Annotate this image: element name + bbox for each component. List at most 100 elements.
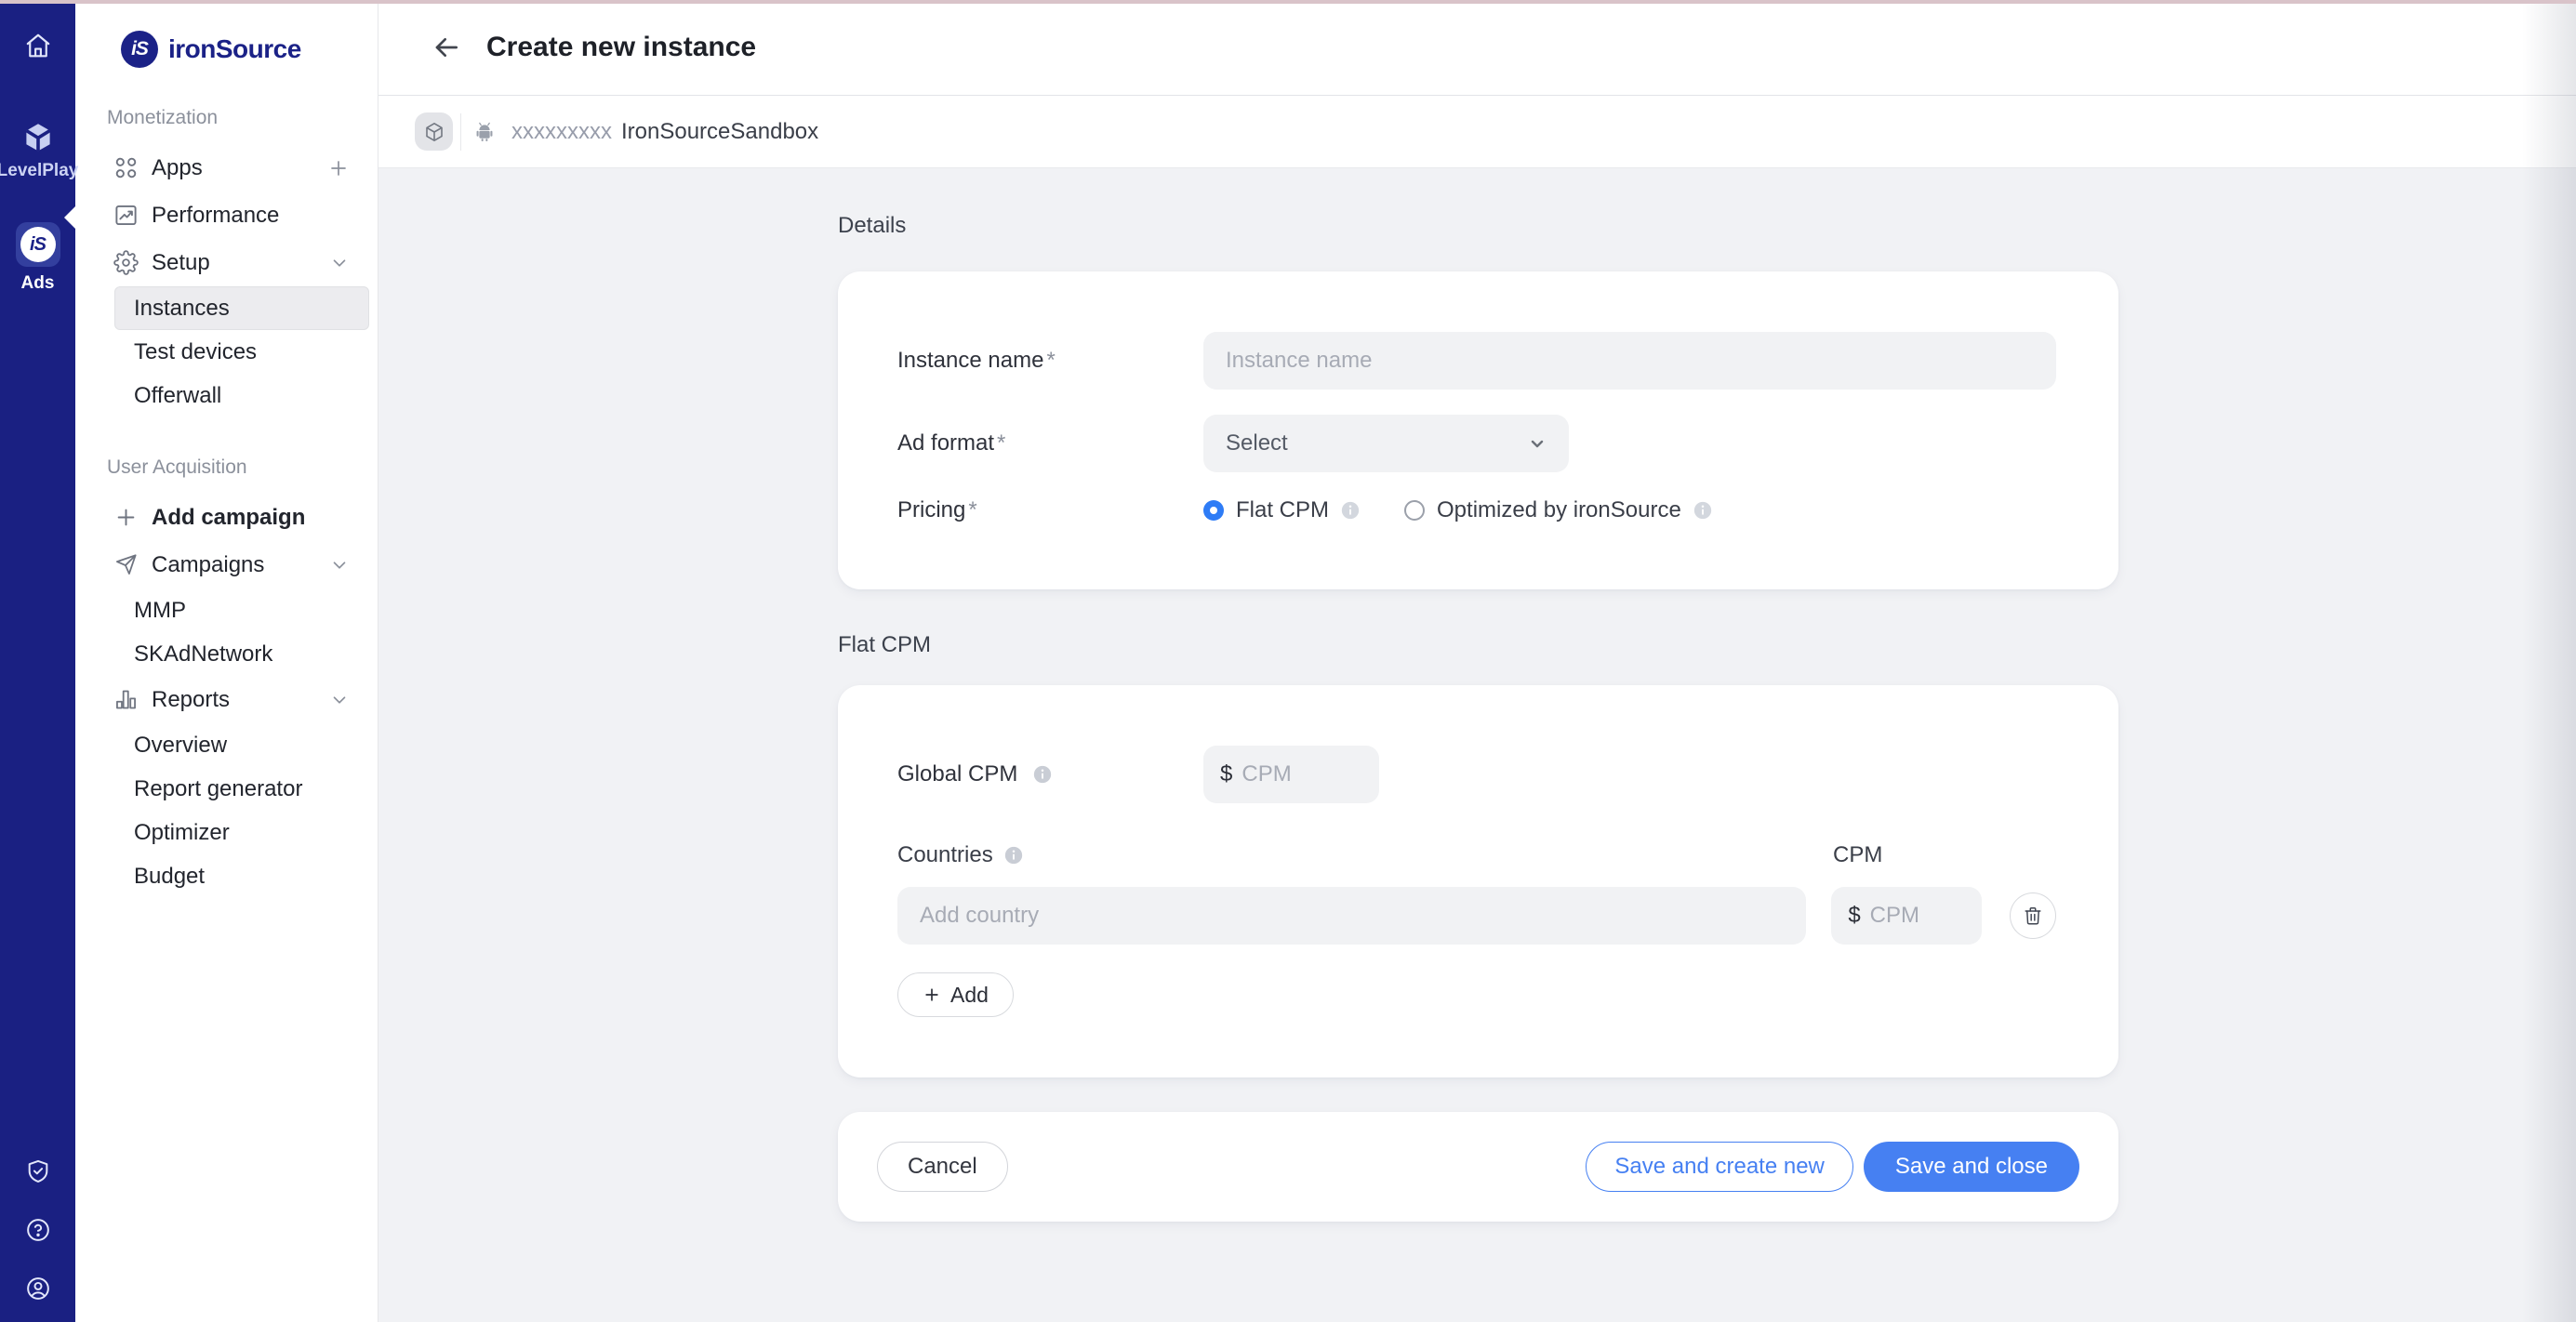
back-button[interactable] [432, 33, 461, 62]
ad-format-row: Ad format* Select [897, 415, 2056, 472]
sidebar-item-add-campaign[interactable]: Add campaign [75, 494, 378, 541]
sidebar-item-setup[interactable]: Setup [75, 239, 378, 286]
help-icon[interactable] [25, 1217, 51, 1243]
required-asterisk: * [1046, 348, 1055, 373]
sidebar-item-report-generator[interactable]: Report generator [114, 767, 369, 811]
sidebar-item-label: Report generator [134, 776, 302, 802]
required-asterisk: * [968, 497, 976, 522]
sidebar-item-label: Reports [152, 687, 230, 713]
country-cpm-row: $ [897, 887, 2056, 945]
currency-symbol: $ [1848, 903, 1860, 929]
account-icon[interactable] [25, 1276, 51, 1302]
info-icon[interactable] [1004, 846, 1023, 865]
rail-item-ads[interactable]: iS Ads [16, 222, 60, 294]
pricing-row: Pricing* Flat CPM Optim [897, 497, 2056, 523]
sidebar-item-budget[interactable]: Budget [114, 854, 369, 898]
sidebar-item-label: MMP [134, 598, 186, 624]
android-icon [472, 120, 497, 144]
sidebar-item-optimizer[interactable]: Optimizer [114, 811, 369, 854]
sidebar-item-reports[interactable]: Reports [75, 676, 378, 723]
app-id: xxxxxxxxx [511, 119, 612, 145]
details-heading: Details [838, 213, 2118, 239]
pricing-option-optimized[interactable]: Optimized by ironSource [1404, 497, 1712, 523]
sidebar-item-label: Setup [152, 250, 210, 276]
add-country-button[interactable]: Add [897, 972, 1014, 1017]
required-asterisk: * [997, 430, 1005, 456]
ironsource-logo[interactable]: iS ironSource [75, 31, 378, 68]
sidebar-item-apps[interactable]: Apps [75, 144, 378, 192]
sidebar-item-campaigns[interactable]: Campaigns [75, 541, 378, 588]
global-cpm-input[interactable] [1242, 761, 1362, 787]
save-buttons: Save and create new Save and close [1586, 1142, 2079, 1192]
sidebar-item-label: Budget [134, 864, 205, 890]
sidebar-item-skadnetwork[interactable]: SKAdNetwork [114, 632, 369, 676]
page-header: Create new instance [378, 0, 2576, 96]
app-cube-icon[interactable] [415, 112, 453, 151]
delete-country-button[interactable] [2010, 892, 2056, 939]
sidebar-item-label: Optimizer [134, 820, 230, 846]
sidebar-item-label: Instances [134, 296, 230, 322]
cpm-column-label: CPM [1833, 842, 1882, 868]
radio-selected-icon[interactable] [1203, 500, 1224, 521]
ads-label: Ads [21, 273, 55, 294]
instance-name-label: Instance name* [897, 348, 1203, 374]
radio-unselected-icon[interactable] [1404, 500, 1425, 521]
cancel-button[interactable]: Cancel [877, 1142, 1008, 1192]
section-monetization: Monetization [75, 107, 378, 129]
pricing-label: Pricing* [897, 497, 1203, 523]
add-app-icon[interactable] [327, 157, 350, 179]
ad-format-select[interactable]: Select [1203, 415, 1569, 472]
breadcrumb-divider [460, 113, 461, 151]
ads-tile: iS [16, 222, 60, 267]
sidebar-item-mmp[interactable]: MMP [114, 588, 369, 632]
app-name: IronSourceSandbox [621, 119, 818, 145]
save-and-create-new-button[interactable]: Save and create new [1586, 1142, 1852, 1192]
sidebar-item-label: Performance [152, 203, 279, 229]
main-area: Create new instance xxxxxxxxx IronSource… [378, 0, 2576, 1322]
countries-label: Countries [897, 842, 1808, 868]
chevron-down-icon [1526, 432, 1548, 455]
sidebar-item-label: Add campaign [152, 505, 305, 531]
rail-item-levelplay[interactable]: LevelPlay [0, 121, 78, 181]
info-icon[interactable] [1341, 501, 1360, 520]
sidebar-item-overview[interactable]: Overview [114, 723, 369, 767]
sidebar-item-label: Campaigns [152, 552, 264, 578]
breadcrumb: xxxxxxxxx IronSourceSandbox [378, 96, 2576, 168]
pricing-option-flat-cpm[interactable]: Flat CPM [1203, 497, 1360, 523]
campaigns-rocket-icon [113, 552, 139, 577]
global-cpm-row: Global CPM $ [897, 746, 2056, 803]
privacy-shield-icon[interactable] [25, 1158, 51, 1184]
product-rail: LevelPlay iS Ads [0, 0, 75, 1322]
pricing-options: Flat CPM Optimized by ironSource [1203, 497, 1712, 523]
page-title: Create new instance [486, 32, 756, 63]
ironsource-logo-text: ironSource [168, 34, 301, 64]
country-cpm-input-wrap: $ [1831, 887, 1982, 945]
flat-cpm-heading: Flat CPM [838, 632, 2118, 658]
plus-icon [923, 985, 941, 1004]
section-user-acquisition: User Acquisition [75, 456, 378, 479]
reports-chart-icon [113, 687, 139, 712]
ironsource-logo-icon: iS [121, 31, 158, 68]
sidebar-item-test-devices[interactable]: Test devices [114, 330, 369, 374]
apps-icon [113, 155, 139, 180]
sidebar-item-performance[interactable]: Performance [75, 192, 378, 239]
rail-bottom-icons [25, 1158, 51, 1322]
global-cpm-input-wrap: $ [1203, 746, 1379, 803]
add-country-input[interactable] [897, 887, 1806, 945]
save-and-close-button[interactable]: Save and close [1864, 1142, 2079, 1192]
global-cpm-label: Global CPM [897, 761, 1203, 787]
sidebar-item-label: Overview [134, 733, 227, 759]
ad-format-label: Ad format* [897, 430, 1203, 456]
country-cpm-input[interactable] [1870, 903, 1965, 929]
info-icon[interactable] [1033, 765, 1052, 784]
sidebar-item-instances[interactable]: Instances [114, 286, 369, 330]
info-icon[interactable] [1693, 501, 1712, 520]
sidebar-item-offerwall[interactable]: Offerwall [114, 374, 369, 417]
performance-icon [113, 203, 139, 228]
countries-header: Countries CPM [897, 842, 2056, 868]
instance-name-input[interactable] [1203, 332, 2056, 390]
sidebar-item-label: Test devices [134, 339, 257, 365]
levelplay-label: LevelPlay [0, 161, 78, 181]
home-icon[interactable] [24, 32, 52, 59]
content: Details Instance name* Ad format* Select [378, 168, 2576, 1322]
